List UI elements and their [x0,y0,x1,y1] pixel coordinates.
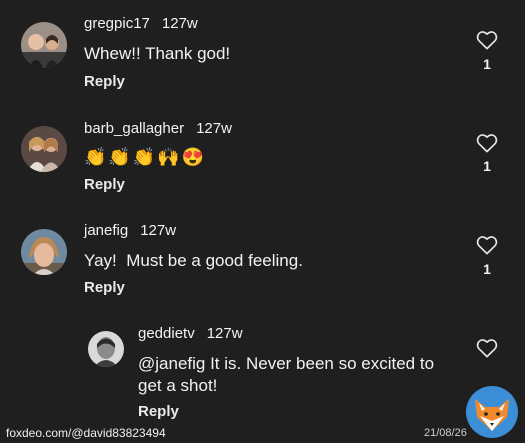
comment-meta: gregpic17 127w [84,15,198,32]
comment-age: 127w [140,222,177,239]
watermark-date: 21/08/26 [424,427,467,439]
like-count: 1 [483,261,491,277]
clapping-hands-emoji: 👏 [84,147,107,167]
clapping-hands-emoji: 👏 [108,147,131,167]
heart-outline-icon[interactable] [476,30,498,50]
username[interactable]: janefig [84,222,128,239]
avatar[interactable] [21,22,67,68]
comment-text-line-2: get a shot! [138,376,218,395]
avatar[interactable] [21,126,67,172]
heart-eyes-emoji: 😍 [181,147,205,167]
reply-button[interactable]: Reply [84,73,125,90]
comment-emojis: 👏 👏 👏 🙌 😍 [84,146,206,169]
comment-meta: janefig 127w [84,222,176,239]
heart-outline-icon[interactable] [476,133,498,153]
comment-text: Whew!! Thank god! [84,44,231,63]
like-count: 1 [483,56,491,72]
username[interactable]: barb_gallagher [84,120,184,137]
heart-outline-icon[interactable] [476,338,498,358]
watermark-text: foxdeo.com/@david83823494 [6,426,166,440]
raising-hands-emoji: 🙌 [157,147,180,167]
comment-text-line-1: @janefig It is. Never been so excited to [138,354,435,373]
comment-text: Yay! Must be a good feeling. [84,251,303,270]
reply-button[interactable]: Reply [84,176,125,193]
comment-age: 127w [161,15,198,32]
reply-button[interactable]: Reply [84,279,125,296]
comment-meta: geddietv 127w [138,325,243,342]
comment-age: 127w [206,325,243,342]
clapping-hands-emoji: 👏 [132,147,156,167]
username[interactable]: gregpic17 [84,15,150,32]
avatar[interactable] [88,331,124,367]
fox-logo-icon [466,386,518,438]
comment-meta: barb_gallagher 127w [84,120,232,137]
like-count: 1 [483,158,491,174]
heart-outline-icon[interactable] [476,235,498,255]
reply-button[interactable]: Reply [138,403,179,420]
comment-age: 127w [196,120,232,137]
username[interactable]: geddietv [138,325,195,342]
avatar[interactable] [21,229,67,275]
